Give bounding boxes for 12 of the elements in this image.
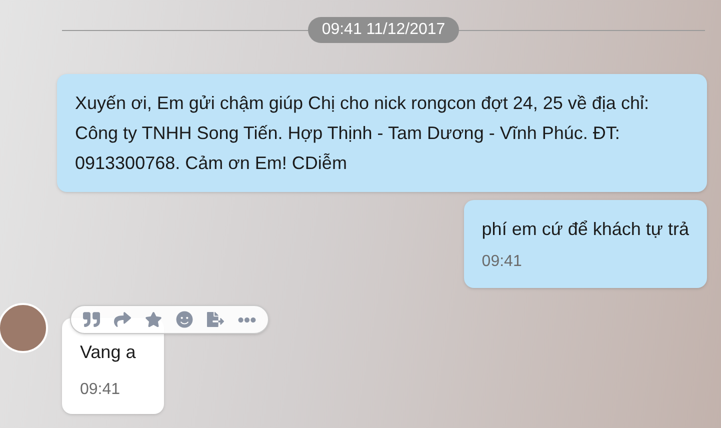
smiley-icon[interactable] — [176, 311, 193, 328]
quote-icon[interactable] — [83, 311, 100, 328]
message-time: 09:41 — [482, 252, 523, 272]
message-text: Vang a — [80, 341, 137, 364]
avatar[interactable] — [0, 303, 48, 353]
message-time: 09:41 — [80, 380, 122, 400]
file-export-icon[interactable] — [207, 311, 224, 328]
star-icon[interactable] — [145, 311, 162, 328]
date-separator: 09:41 11/12/2017 — [308, 17, 460, 43]
message-text: phí em cứ để khách tự trả — [482, 218, 689, 241]
forward-arrow-icon[interactable] — [114, 311, 131, 328]
message-text: Xuyến ơi, Em gửi chậm giúp Chị cho nick rongcon đợt 24, 25 về địa chỉ: Công ty TNHH Song Tiến. Hợp Thịnh - Tam Dương - Vĩnh Phúc. ĐT: 0913300768. Cảm ơn Em! CDiễm — [75, 92, 650, 175]
